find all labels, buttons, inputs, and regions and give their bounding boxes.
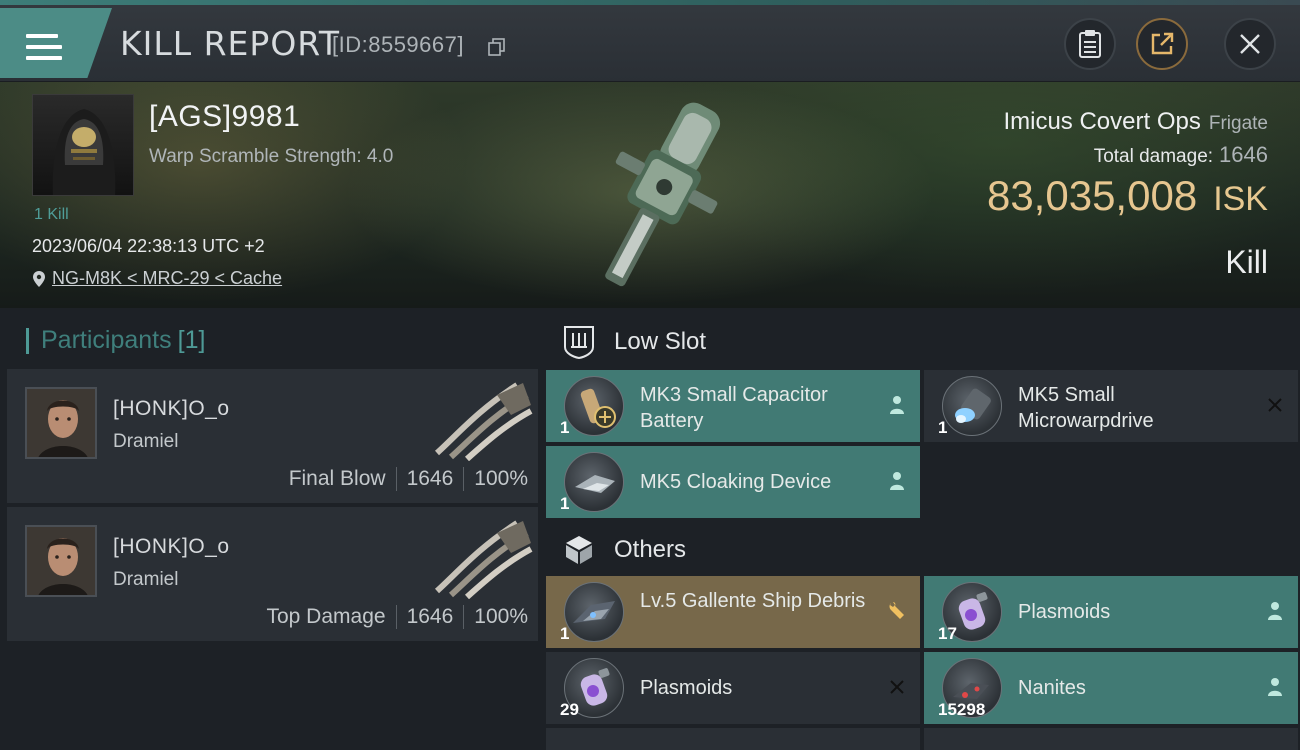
item-quantity: 17 <box>938 624 957 643</box>
item-name: Plasmoids <box>1018 601 1111 623</box>
participant-percent: 100% <box>474 467 528 490</box>
isk-unit: ISK <box>1213 180 1268 218</box>
participant-stats: Final Blow 1646 100% <box>289 467 528 491</box>
cloaking-device-icon <box>564 452 624 512</box>
victim-portrait[interactable] <box>32 94 134 196</box>
item-name: MK3 Small Capacitor Battery <box>640 384 828 432</box>
low-slot-label: Low Slot <box>614 328 707 355</box>
item-quantity: 29 <box>560 700 579 719</box>
avatar <box>25 387 97 459</box>
item-name: MK5 Cloaking Device <box>640 471 832 493</box>
cargo-item-partial[interactable] <box>924 728 1298 750</box>
ship-debris-icon <box>564 582 624 642</box>
participant-percent: 100% <box>474 605 528 628</box>
participant-name: [HONK]O_o <box>113 397 230 420</box>
item-quantity: 1 <box>560 418 570 437</box>
cube-icon <box>562 533 596 567</box>
location-link[interactable]: NG-M8K < MRC-29 < Cache <box>52 268 282 289</box>
cargo-item[interactable]: 29 Plasmoids <box>546 652 920 724</box>
x-icon <box>1264 394 1286 416</box>
close-button[interactable] <box>1224 18 1276 70</box>
wrench-icon <box>886 600 908 622</box>
low-slot-icon <box>562 325 596 359</box>
clipboard-button[interactable] <box>1064 18 1116 70</box>
close-icon <box>1240 34 1260 54</box>
participant-ship: Dramiel <box>113 431 179 452</box>
menu-button[interactable] <box>0 8 112 78</box>
participant-ship: Dramiel <box>113 569 179 590</box>
copy-icon[interactable] <box>488 38 506 56</box>
fitting-panel: Low Slot 1 MK3 Small Capacitor Battery 1 <box>540 308 1300 750</box>
participant-damage: 1646 <box>406 605 454 628</box>
cargo-item[interactable]: 17 Plasmoids <box>924 576 1298 648</box>
participant-role: Top Damage <box>266 605 386 628</box>
share-icon <box>1151 32 1174 55</box>
participants-panel: Participants [1] [HONK]O_o Dramiel Final… <box>0 308 540 750</box>
person-icon <box>886 394 908 416</box>
clipboard-icon <box>1079 30 1101 58</box>
participant-row[interactable]: [HONK]O_o Dramiel Final Blow 1646 100% <box>7 369 538 503</box>
participant-row[interactable]: [HONK]O_o Dramiel Top Damage 1646 100% <box>7 507 538 641</box>
cargo-item-partial[interactable] <box>546 728 920 750</box>
item-quantity: 15298 <box>938 700 986 719</box>
capacitor-battery-icon <box>564 376 624 436</box>
person-icon <box>886 470 908 492</box>
item-name: MK5 Small Microwarpdrive <box>1018 384 1154 432</box>
item-quantity: 1 <box>560 494 570 513</box>
microwarpdrive-icon <box>942 376 1002 436</box>
module-item[interactable]: 1 MK3 Small Capacitor Battery <box>546 370 920 442</box>
menu-icon <box>26 34 62 62</box>
cargo-item[interactable]: 15298 Nanites <box>924 652 1298 724</box>
ship-class: Frigate <box>1208 113 1268 134</box>
total-damage-label: Total damage: <box>1093 146 1214 167</box>
location-pin-icon <box>33 270 45 287</box>
participants-count: [1] <box>177 326 206 354</box>
item-name: Nanites <box>1018 677 1086 699</box>
page-title: KILL REPORT <box>120 24 340 63</box>
cargo-item[interactable]: 1 Lv.5 Gallente Ship Debris <box>546 576 920 648</box>
participant-name: [HONK]O_o <box>113 535 230 558</box>
warp-scramble-strength: Warp Scramble Strength: 4.0 <box>149 146 394 167</box>
person-icon <box>1264 600 1286 622</box>
title-bar: KILL REPORT [ID:8559667] <box>0 0 1300 82</box>
share-button[interactable] <box>1136 18 1188 70</box>
item-quantity: 1 <box>938 418 948 437</box>
others-header: Others <box>540 520 1300 580</box>
participants-label: Participants <box>41 326 172 354</box>
hooded-figure-icon <box>52 109 116 195</box>
victim-ship-image <box>605 102 721 287</box>
kill-count: 1 Kill <box>34 206 69 223</box>
kill-summary-banner: [AGS]9981 Warp Scramble Strength: 4.0 1 … <box>0 82 1300 308</box>
x-icon <box>886 676 908 698</box>
isk-amount: 83,035,008 <box>986 172 1198 219</box>
report-id: [ID:8559667] <box>332 32 464 57</box>
victim-name[interactable]: [AGS]9981 <box>149 100 300 134</box>
victim-ship[interactable]: Imicus Covert Ops Frigate <box>1003 108 1268 136</box>
low-slot-header: Low Slot <box>540 312 1300 372</box>
item-name: Plasmoids <box>640 677 733 699</box>
person-icon <box>1264 676 1286 698</box>
module-item[interactable]: 1 MK5 Small Microwarpdrive <box>924 370 1298 442</box>
ship-name: Imicus Covert Ops <box>1003 108 1201 135</box>
others-label: Others <box>614 536 687 563</box>
participant-stats: Top Damage 1646 100% <box>266 605 528 629</box>
kill-datetime: 2023/06/04 22:38:13 UTC +2 <box>32 236 265 256</box>
total-damage-value: 1646 <box>1219 142 1268 167</box>
participant-role: Final Blow <box>288 467 386 490</box>
total-damage: Total damage: 1646 <box>1094 142 1268 168</box>
dramiel-ship-icon <box>434 520 533 599</box>
participant-damage: 1646 <box>406 467 454 490</box>
module-item[interactable]: 1 MK5 Cloaking Device <box>546 446 920 518</box>
participants-header: Participants [1] <box>26 326 205 355</box>
item-quantity: 1 <box>560 624 570 643</box>
item-name: Lv.5 Gallente Ship Debris <box>640 590 866 612</box>
result-label: Kill <box>1225 244 1268 280</box>
kill-location[interactable]: NG-M8K < MRC-29 < Cache <box>32 268 282 289</box>
dramiel-ship-icon <box>434 382 533 461</box>
isk-value: 83,035,008 ISK <box>987 172 1268 220</box>
avatar <box>25 525 97 597</box>
